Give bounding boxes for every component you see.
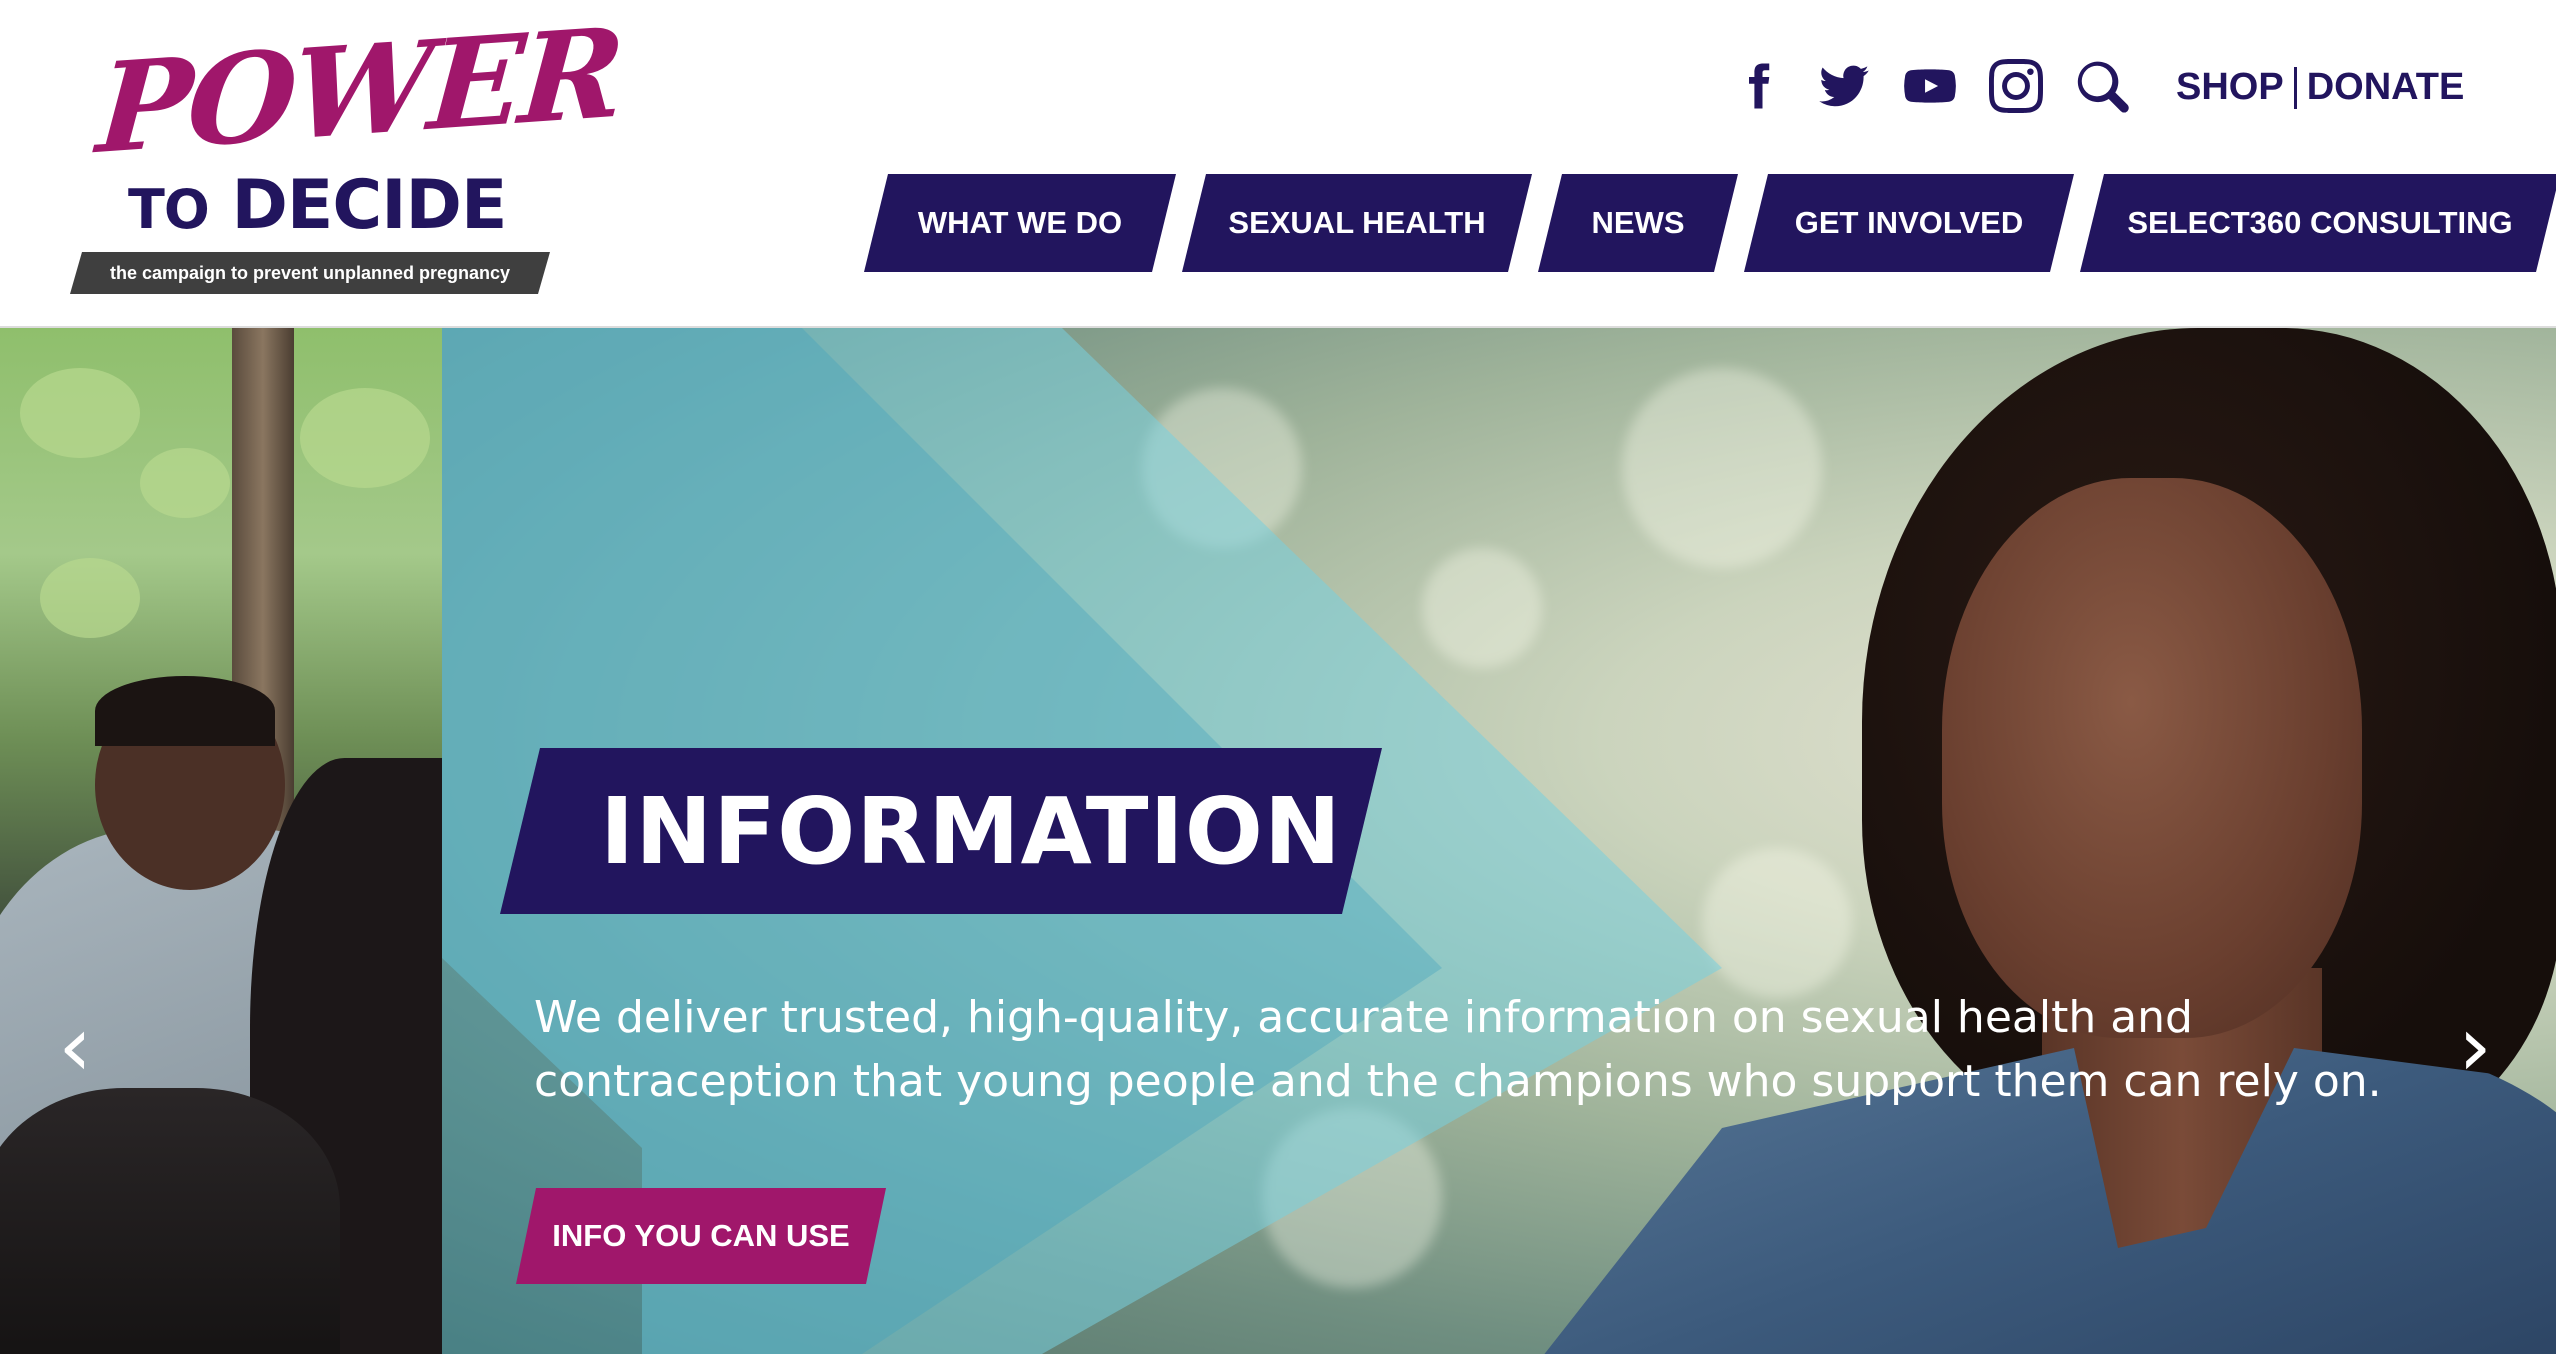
utility-links: SHOP DONATE — [2176, 66, 2464, 109]
couple-man-hair — [95, 676, 275, 746]
slide-title: INFORMATION — [600, 777, 1342, 885]
shop-link[interactable]: SHOP — [2176, 66, 2284, 109]
carousel-next-arrow-icon[interactable]: › — [2440, 996, 2510, 1096]
logo-decide-text: DECIDE — [231, 166, 507, 245]
portrait-face — [1942, 478, 2362, 1038]
slide-description: We deliver trusted, high-quality, accura… — [534, 992, 2382, 1107]
nav-item-what-we-do[interactable]: WHAT WE DO — [864, 174, 1176, 272]
logo-power-text: POWER — [93, 1, 626, 182]
logo-to-decide-text: TO DECIDE — [128, 172, 507, 241]
instagram-icon[interactable] — [1988, 58, 2044, 114]
foliage-shape — [40, 558, 140, 638]
site-logo[interactable]: POWER TO DECIDE the campaign to prevent … — [60, 1, 625, 300]
couple-woman-jacket — [0, 1088, 340, 1354]
youtube-icon[interactable] — [1902, 58, 1958, 114]
bokeh-light — [1702, 848, 1852, 998]
nav-item-news[interactable]: NEWS — [1538, 174, 1738, 272]
carousel-prev-arrow-icon[interactable]: ‹ — [40, 996, 110, 1096]
twitter-icon[interactable] — [1816, 58, 1872, 114]
donate-link[interactable]: DONATE — [2307, 66, 2465, 109]
slide-title-banner: INFORMATION — [500, 748, 1382, 914]
social-links — [1730, 58, 2130, 114]
bokeh-light — [1622, 368, 1822, 568]
main-nav: WHAT WE DO SEXUAL HEALTH NEWS GET INVOLV… — [864, 174, 2556, 272]
site-header: POWER TO DECIDE the campaign to prevent … — [0, 0, 2556, 328]
logo-to-text: TO — [128, 178, 210, 241]
nav-item-sexual-health[interactable]: SEXUAL HEALTH — [1182, 174, 1532, 272]
search-icon[interactable] — [2074, 58, 2130, 114]
foliage-shape — [140, 448, 230, 518]
logo-tagline: the campaign to prevent unplanned pregna… — [70, 252, 550, 294]
utility-divider — [2293, 66, 2297, 109]
nav-item-select360-consulting[interactable]: SELECT360 CONSULTING — [2080, 174, 2556, 272]
facebook-icon[interactable] — [1730, 58, 1786, 114]
previous-slide-photo — [0, 328, 442, 1354]
nav-item-get-involved[interactable]: GET INVOLVED — [1744, 174, 2074, 272]
info-you-can-use-button[interactable]: INFO YOU CAN USE — [516, 1188, 886, 1284]
foliage-shape — [300, 388, 430, 488]
bokeh-light — [1422, 548, 1542, 668]
hero-carousel: INFORMATION We deliver trusted, high-qua… — [0, 328, 2556, 1354]
foliage-shape — [20, 368, 140, 458]
